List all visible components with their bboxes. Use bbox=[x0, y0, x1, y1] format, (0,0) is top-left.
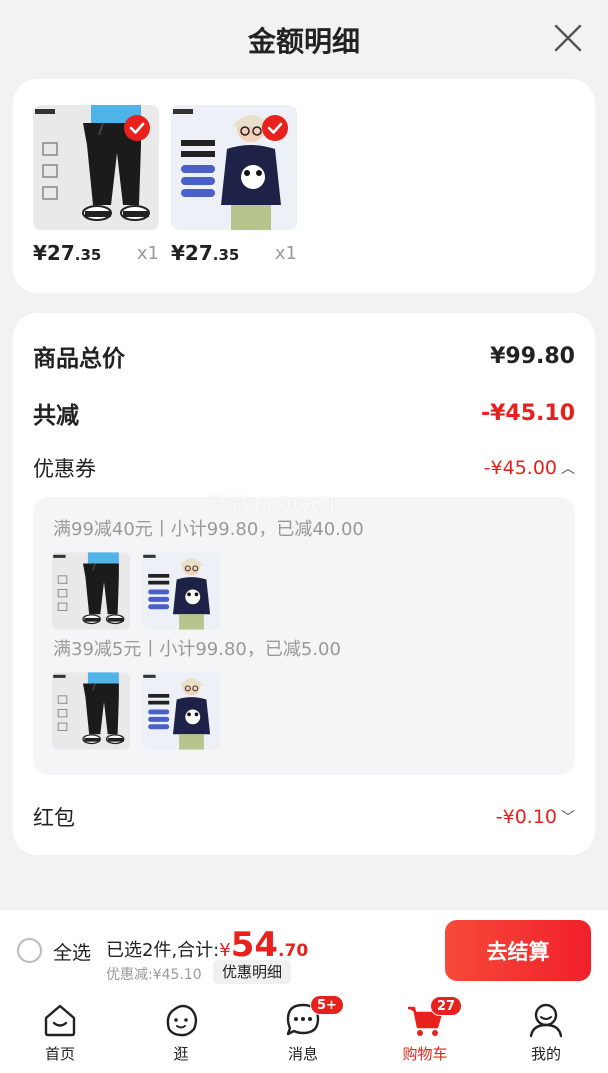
product-quantity: x1 bbox=[274, 243, 297, 264]
tab-profile[interactable]: 我的 bbox=[496, 991, 596, 1073]
tab-label: 我的 bbox=[530, 1045, 561, 1063]
page-title: 金额明细 bbox=[247, 25, 360, 58]
product-thumbnail bbox=[52, 552, 130, 630]
tab-home[interactable]: 首页 bbox=[10, 991, 110, 1073]
tab-browse[interactable]: 逛 bbox=[131, 991, 231, 1073]
total-summary: 已选2件,合计: ¥ 54 .70 bbox=[106, 925, 309, 965]
product-quantity: x1 bbox=[136, 243, 159, 264]
redpacket-value[interactable]: -¥0.10 ﹀ bbox=[496, 806, 575, 828]
product-price: ¥27.35 bbox=[33, 241, 102, 265]
total-price-row: 商品总价 ¥99.80 bbox=[33, 339, 575, 373]
price-detail-card: 商品总价 ¥99.80 共减 -¥45.10 优惠券 -¥45.00 ︿ 满99减… bbox=[13, 313, 595, 855]
redpacket-row[interactable]: 红包 -¥0.10 ﹀ bbox=[33, 802, 575, 832]
redpacket-label: 红包 bbox=[33, 806, 75, 830]
tab-label: 首页 bbox=[44, 1045, 75, 1063]
product-image[interactable] bbox=[171, 105, 297, 230]
total-reduce-value: -¥45.10 bbox=[480, 400, 575, 426]
tab-label: 逛 bbox=[173, 1045, 189, 1063]
checkout-button[interactable]: 去结算 bbox=[445, 920, 591, 981]
product-thumbnail bbox=[52, 672, 130, 750]
checkout-bar: 全选 已选2件,合计: ¥ 54 .70 优惠减:¥45.10 优惠明细 去结算 bbox=[0, 910, 608, 991]
coupon-rule-text: 满39减5元丨小计99.80，已减5.00 bbox=[53, 639, 341, 660]
tab-messages[interactable]: 消息 5+ bbox=[253, 991, 353, 1073]
coupon-value[interactable]: -¥45.00 ︿ bbox=[484, 457, 575, 479]
discount-detail-button[interactable]: 优惠明细 bbox=[213, 960, 292, 984]
product-price: ¥27.35 bbox=[171, 241, 240, 265]
close-icon[interactable] bbox=[552, 22, 584, 54]
total-price-label: 商品总价 bbox=[33, 346, 125, 372]
chevron-up-icon[interactable]: ︿ bbox=[561, 458, 575, 478]
select-all-label[interactable]: 全选 bbox=[53, 938, 91, 965]
chevron-down-icon[interactable]: ﹀ bbox=[561, 807, 575, 827]
home-icon bbox=[44, 1004, 76, 1037]
tab-bar: 首页 逛 消息 5+ 购物车 27 我的 bbox=[0, 991, 608, 1073]
tab-cart[interactable]: 购物车 27 bbox=[375, 991, 475, 1073]
coupon-detail-box: 满99减40元丨小计99.80，已减40.00 满39减5元丨小计99.80，已… bbox=[33, 497, 575, 775]
watermark: 默放MOOQI bbox=[208, 494, 337, 519]
header: 金额明细 bbox=[0, 0, 608, 78]
coupon-label: 优惠券 bbox=[33, 457, 96, 481]
product-thumbnail bbox=[142, 552, 220, 630]
total-reduce-row: 共减 -¥45.10 bbox=[33, 396, 575, 430]
selected-products-card: ¥27.35 x1 ¥27.35 x1 bbox=[13, 79, 595, 293]
total-price-value: ¥99.80 bbox=[490, 343, 575, 369]
product-image[interactable] bbox=[33, 105, 159, 230]
tab-label: 购物车 bbox=[402, 1045, 448, 1063]
select-all-radio[interactable] bbox=[17, 938, 42, 963]
total-amount: 54 bbox=[230, 925, 279, 965]
profile-icon bbox=[529, 1003, 563, 1038]
check-icon[interactable] bbox=[123, 114, 151, 142]
check-icon[interactable] bbox=[261, 114, 289, 142]
tab-label: 消息 bbox=[287, 1045, 318, 1063]
discount-text: 优惠减:¥45.10 bbox=[106, 967, 202, 983]
product-thumbnail bbox=[142, 672, 220, 750]
total-reduce-label: 共减 bbox=[33, 403, 79, 429]
browse-icon bbox=[166, 1004, 198, 1037]
cart-badge: 27 bbox=[430, 996, 463, 1016]
message-badge: 5+ bbox=[310, 995, 344, 1015]
coupon-row[interactable]: 优惠券 -¥45.00 ︿ bbox=[33, 453, 575, 483]
